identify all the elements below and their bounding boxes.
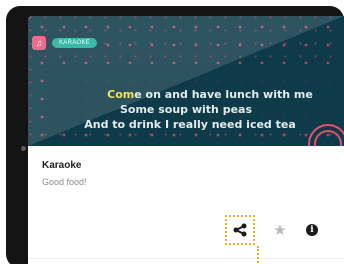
lyric-line-3: And to drink I really need iced tea (84, 118, 296, 131)
lyric-highlight: Com (107, 88, 135, 101)
info-button[interactable]: i (300, 218, 324, 242)
share-button[interactable] (225, 215, 255, 245)
app-card: ♫ KARAOKE Come on and have lunch with me… (28, 16, 344, 264)
star-icon: ★ (273, 222, 287, 239)
category-badge: KARAOKE (52, 38, 98, 48)
focus-pointer-line (257, 246, 259, 264)
music-note-icon: ♫ (32, 36, 46, 50)
lyric-line-1-rest: e on and have lunch with me (134, 88, 313, 101)
karaoke-thumbnail[interactable]: ♫ KARAOKE Come on and have lunch with me… (28, 16, 344, 146)
lyric-line-1: Come on and have lunch with me (52, 88, 344, 101)
lyric-line-2: Some soup with peas (119, 103, 253, 116)
share-icon (233, 223, 247, 237)
card-divider (28, 258, 344, 259)
card-actions: ★ i (28, 215, 344, 245)
favorite-button[interactable]: ★ (268, 218, 292, 242)
info-icon: i (306, 224, 318, 236)
card-subtitle: Good food! (42, 177, 87, 187)
camera-dot (21, 146, 26, 151)
card-title: Karaoke (42, 160, 82, 171)
